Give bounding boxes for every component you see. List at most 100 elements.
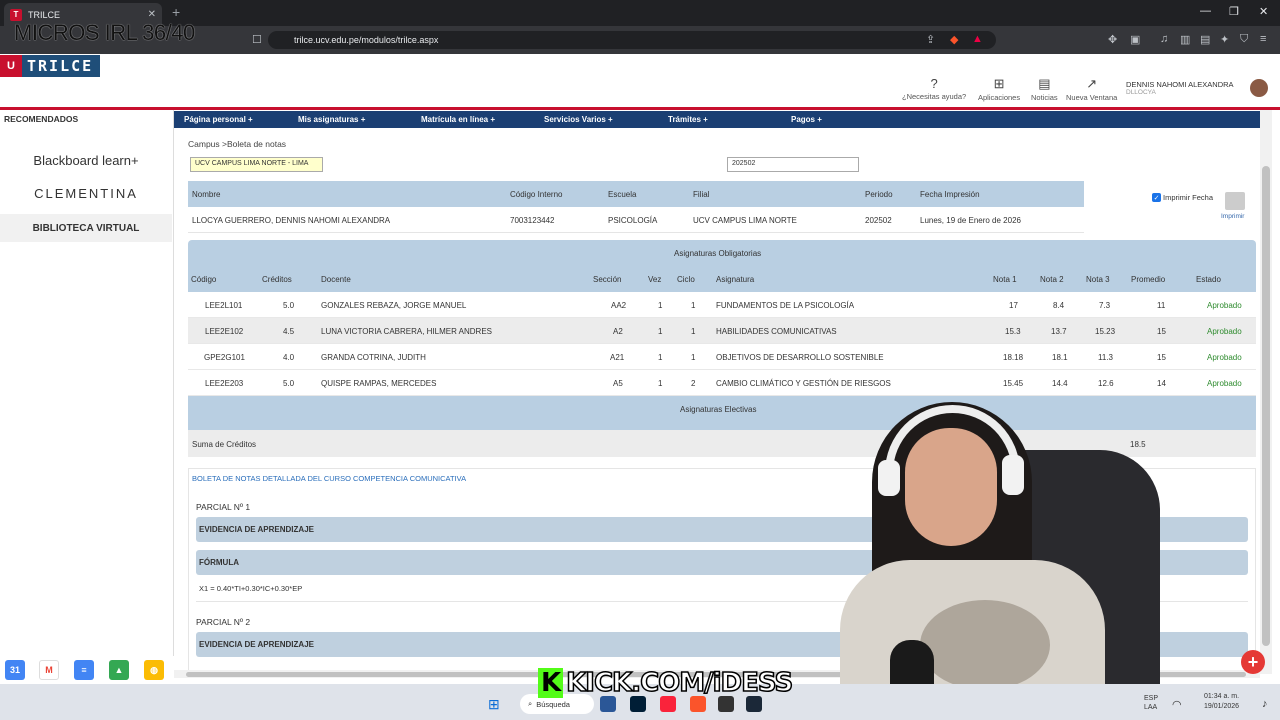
parcial-2-title: PARCIAL Nº 2 xyxy=(196,617,251,627)
student-campus: UCV CAMPUS LIMA NORTE xyxy=(693,216,797,225)
kick-overlay: K KICK.COM/iDESS xyxy=(538,667,794,699)
credits-total: 18.5 xyxy=(1130,440,1146,449)
course-nota1: 15.45 xyxy=(1003,379,1024,388)
nav-pagina-personal[interactable]: Página personal + xyxy=(174,111,298,128)
close-window-icon[interactable]: ✕ xyxy=(1259,5,1268,18)
brave-icon[interactable] xyxy=(690,696,706,712)
close-tab-icon[interactable]: ✕ xyxy=(148,9,156,20)
music-icon[interactable] xyxy=(660,696,676,712)
sidebar-item-blackboard[interactable]: Blackboard learn+ xyxy=(0,146,172,174)
app-icon[interactable] xyxy=(746,696,762,712)
info-row: LLOCYA GUERRERO, DENNIS NAHOMI ALEXANDRA… xyxy=(188,207,1084,233)
course-name: HABILIDADES COMUNICATIVAS xyxy=(716,327,837,336)
sidebar-item-biblioteca[interactable]: BIBLIOTECA VIRTUAL xyxy=(0,214,172,242)
col-codigo: Código xyxy=(191,275,217,284)
docs-icon[interactable]: ≡ xyxy=(74,660,94,680)
notification-bell-icon[interactable]: ♪ xyxy=(1262,698,1268,710)
help-button[interactable]: ? ¿Necesitas ayuda? xyxy=(902,76,966,101)
leo-icon[interactable]: ✦ xyxy=(1220,33,1229,46)
course-nota1: 15.3 xyxy=(1005,327,1021,336)
avatar[interactable] xyxy=(1250,79,1268,97)
new-tab-icon[interactable]: + xyxy=(172,4,180,20)
course-nota2: 18.1 xyxy=(1052,353,1068,362)
course-nota3: 15.23 xyxy=(1095,327,1116,336)
table-row[interactable]: LEE2E102 4.5 LUNA VICTORIA CABRERA, HILM… xyxy=(188,318,1256,344)
bookmark-icon[interactable]: ☐ xyxy=(252,33,262,46)
wallet-icon[interactable]: ▣ xyxy=(1130,33,1140,46)
course-teacher: QUISPE RAMPAS, MERCEDES xyxy=(321,379,437,388)
media-icon[interactable]: ♫ xyxy=(1160,33,1168,45)
trilce-logo[interactable]: U TRILCE xyxy=(0,55,100,77)
info-header-periodo: Periodo xyxy=(865,190,893,199)
info-header-filial: Filial xyxy=(693,190,710,199)
col-promedio: Promedio xyxy=(1131,275,1166,284)
course-nota2: 13.7 xyxy=(1051,327,1067,336)
nav-servicios[interactable]: Servicios Varios + xyxy=(544,111,668,128)
col-nota1: Nota 1 xyxy=(993,275,1017,284)
stream-overlay-title: MICROS IRL 36/40 xyxy=(14,20,195,45)
nav-tramites[interactable]: Trámites + xyxy=(668,111,791,128)
course-nota2: 14.4 xyxy=(1052,379,1068,388)
windows-start-icon[interactable]: ⊞ xyxy=(488,696,504,712)
print-link[interactable]: Imprimir xyxy=(1221,213,1244,220)
course-vez: 1 xyxy=(658,301,663,310)
photoshop-icon[interactable] xyxy=(630,696,646,712)
search-icon: ⌕ xyxy=(528,699,533,708)
course-average: 15 xyxy=(1157,353,1166,362)
sidebar-item-clementina[interactable]: CLEMENTINA xyxy=(0,182,172,204)
course-section: A2 xyxy=(613,327,623,336)
help-circle-icon: ? xyxy=(930,76,938,91)
wifi-icon[interactable]: ◠ xyxy=(1172,698,1182,711)
menu-icon[interactable]: ≡ xyxy=(1260,33,1266,45)
sidebar-toggle-icon[interactable]: ▥ xyxy=(1180,33,1190,46)
tab-title: TRILCE xyxy=(28,9,61,20)
table-row[interactable]: GPE2G101 4.0 GRANDA COTRINA, JUDITH A21 … xyxy=(188,344,1256,370)
course-name: CAMBIO CLIMÁTICO Y GESTIÓN DE RIESGOS xyxy=(716,379,891,388)
print-date-checkbox[interactable]: ✓ xyxy=(1152,193,1161,202)
keep-icon[interactable]: ◍ xyxy=(144,660,164,680)
calendar-icon[interactable]: 31 xyxy=(5,660,25,680)
period-select[interactable]: 202502 xyxy=(727,157,859,172)
student-name: LLOCYA GUERRERO, DENNIS NAHOMI ALEXANDRA xyxy=(192,216,391,225)
credits-label: Suma de Créditos xyxy=(192,440,257,449)
taskbar-clock[interactable]: 01:34 a. m. 19/01/2026 xyxy=(1204,692,1239,712)
rewards-icon[interactable]: ▲ xyxy=(972,33,983,45)
gmail-icon[interactable]: M xyxy=(39,660,59,680)
share-icon[interactable]: ⇪ xyxy=(926,33,935,46)
nav-pagos[interactable]: Pagos + xyxy=(791,111,914,128)
obs-icon[interactable] xyxy=(718,696,734,712)
nav-matricula[interactable]: Matrícula en línea + xyxy=(421,111,544,128)
course-section: AA2 xyxy=(611,301,627,310)
printer-icon[interactable] xyxy=(1225,192,1245,210)
vertical-scroll-thumb[interactable] xyxy=(1262,166,1270,646)
extensions-icon[interactable]: ✥ xyxy=(1108,33,1117,46)
drive-icon[interactable]: ▲ xyxy=(109,660,129,680)
maximize-icon[interactable]: ❐ xyxy=(1229,5,1239,18)
course-status: Aprobado xyxy=(1207,353,1242,362)
course-nota2: 8.4 xyxy=(1053,301,1065,310)
nav-mis-asignaturas[interactable]: Mis asignaturas + xyxy=(298,111,421,128)
address-bar[interactable]: trilce.ucv.edu.pe/modulos/trilce.aspx xyxy=(268,31,996,49)
language-indicator[interactable]: ESP LAA xyxy=(1144,694,1158,712)
campus-select[interactable]: UCV CAMPUS LIMA NORTE - LIMA xyxy=(190,157,323,172)
vpn-icon[interactable]: ⛉ xyxy=(1240,33,1248,46)
minimize-icon[interactable]: — xyxy=(1200,5,1211,17)
microphone-icon xyxy=(890,640,934,690)
explorer-icon[interactable] xyxy=(600,696,616,712)
table-row[interactable]: LEE2L101 5.0 GONZALES REBAZA, JORGE MANU… xyxy=(188,292,1256,318)
course-nota1: 18.18 xyxy=(1003,353,1024,362)
add-button[interactable]: + xyxy=(1241,650,1265,674)
student-period: 202502 xyxy=(865,216,892,225)
course-ciclo: 1 xyxy=(691,327,696,336)
parcial-1-title: PARCIAL Nº 1 xyxy=(196,502,251,512)
brave-shield-icon[interactable]: ◆ xyxy=(950,33,958,46)
user-name[interactable]: DENNIS NAHOMI ALEXANDRA xyxy=(1126,80,1234,89)
new-window-button[interactable]: ↗ Nueva Ventana xyxy=(1066,76,1117,102)
news-button[interactable]: ▤ Noticias xyxy=(1031,76,1058,102)
webcam-shirt-print xyxy=(920,600,1050,690)
course-code: LEE2E102 xyxy=(205,327,244,336)
table-row[interactable]: LEE2E203 5.0 QUISPE RAMPAS, MERCEDES A5 … xyxy=(188,370,1256,396)
apps-button[interactable]: ⊞ Aplicaciones xyxy=(978,76,1020,102)
wallet-alt-icon[interactable]: ▤ xyxy=(1200,33,1210,46)
course-vez: 1 xyxy=(658,379,663,388)
